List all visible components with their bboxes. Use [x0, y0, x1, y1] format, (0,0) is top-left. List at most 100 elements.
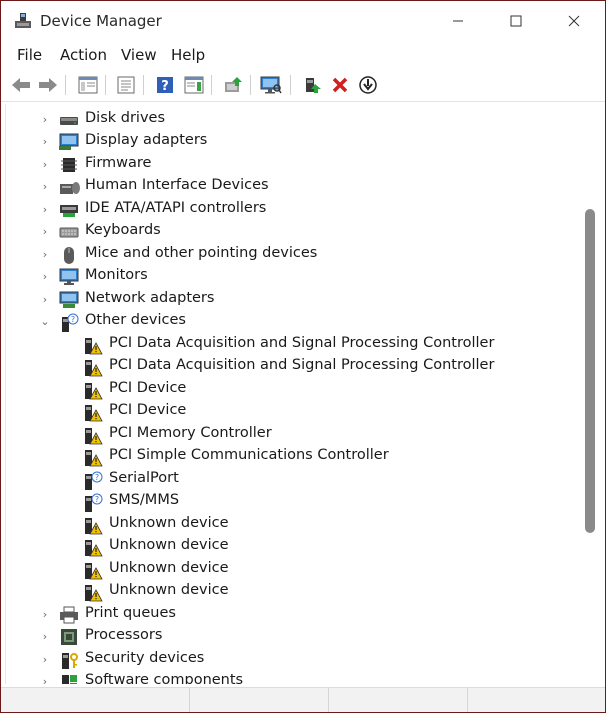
warning-device-icon — [83, 583, 103, 602]
svg-text:?: ? — [95, 495, 99, 504]
tree-device[interactable]: PCI Data Acquisition and Signal Processi… — [6, 356, 582, 378]
hid-icon — [59, 178, 80, 196]
device-manager-app-icon — [14, 12, 32, 30]
minimize-button[interactable] — [429, 1, 487, 41]
vertical-scrollbar[interactable] — [582, 104, 600, 684]
back-arrow-icon[interactable] — [10, 74, 32, 96]
tree-device[interactable]: PCI Simple Communications Controller — [6, 446, 582, 468]
chevron-right-icon[interactable]: › — [40, 248, 50, 262]
svg-text:?: ? — [71, 315, 75, 324]
forward-arrow-icon[interactable] — [37, 74, 59, 96]
tree-device[interactable]: ? SMS/MMS — [6, 491, 582, 513]
properties-icon[interactable] — [115, 74, 137, 96]
tree-category[interactable]: › Keyboards — [6, 221, 582, 243]
display-adapter-icon — [59, 133, 79, 151]
warning-device-icon — [83, 336, 103, 355]
chevron-right-icon[interactable]: › — [40, 113, 50, 127]
toolbar-separator — [250, 75, 251, 95]
tree-category-label: Mice and other pointing devices — [85, 245, 318, 261]
warning-device-icon — [83, 426, 103, 445]
help-icon[interactable]: ? — [154, 74, 176, 96]
unknown-device-icon: ? — [83, 493, 103, 512]
tree-category[interactable]: › Processors — [6, 626, 582, 648]
tree-category-label: Monitors — [85, 267, 148, 283]
chevron-right-icon[interactable]: › — [40, 158, 50, 172]
tree-device[interactable]: Unknown device — [6, 559, 582, 581]
menu-file[interactable]: File — [17, 46, 42, 64]
chevron-right-icon[interactable]: › — [40, 270, 50, 284]
tree-device-label: PCI Memory Controller — [109, 425, 272, 441]
device-tree: › Disk drives › Display adapters › Firmw… — [5, 104, 582, 684]
chevron-right-icon[interactable]: › — [40, 293, 50, 307]
chevron-right-icon[interactable]: › — [40, 630, 50, 644]
unknown-device-icon: ? — [83, 471, 103, 490]
uninstall-device-icon[interactable] — [329, 74, 351, 96]
tree-device[interactable]: PCI Data Acquisition and Signal Processi… — [6, 334, 582, 356]
svg-text:?: ? — [95, 473, 99, 482]
device-manager-window: Device Manager File Action View Help ? ›… — [0, 0, 606, 713]
add-legacy-hardware-icon[interactable] — [301, 74, 323, 96]
status-cell — [329, 688, 468, 712]
menu-action[interactable]: Action — [60, 46, 107, 64]
chevron-right-icon[interactable]: › — [40, 180, 50, 194]
tree-category[interactable]: › IDE ATA/ATAPI controllers — [6, 199, 582, 221]
tree-category[interactable]: › Display adapters — [6, 131, 582, 153]
tree-category-label: Network adapters — [85, 290, 215, 306]
warning-device-icon — [83, 516, 103, 535]
warning-device-icon — [83, 358, 103, 377]
tree-device-label: PCI Data Acquisition and Signal Processi… — [109, 335, 495, 351]
tree-category-expanded[interactable]: ⌄ ? Other devices — [6, 311, 582, 333]
mouse-icon — [59, 246, 79, 264]
chevron-right-icon[interactable]: › — [40, 675, 50, 684]
tree-category-label: Processors — [85, 627, 163, 643]
tree-category[interactable]: › Network adapters — [6, 289, 582, 311]
tree-category[interactable]: › Firmware — [6, 154, 582, 176]
tree-device[interactable]: PCI Device — [6, 401, 582, 423]
scrollbar-thumb[interactable] — [585, 209, 595, 533]
ide-controller-icon — [59, 201, 79, 219]
tree-device[interactable]: Unknown device — [6, 536, 582, 558]
tree-category[interactable]: › Disk drives — [6, 109, 582, 131]
tree-device[interactable]: PCI Memory Controller — [6, 424, 582, 446]
status-cell — [190, 688, 329, 712]
disable-device-icon[interactable] — [357, 74, 379, 96]
software-component-icon — [59, 673, 79, 684]
tree-category[interactable]: › Human Interface Devices — [6, 176, 582, 198]
tree-category[interactable]: › Software components — [6, 671, 582, 684]
tree-category-label: Software components — [85, 672, 244, 684]
chevron-right-icon[interactable]: › — [40, 608, 50, 622]
menu-help[interactable]: Help — [171, 46, 205, 64]
toolbar-separator — [290, 75, 291, 95]
processor-icon — [59, 628, 79, 646]
chevron-right-icon[interactable]: › — [40, 135, 50, 149]
update-driver-icon[interactable] — [222, 74, 244, 96]
action-pane-icon[interactable] — [183, 74, 205, 96]
printer-icon — [59, 606, 79, 624]
tree-device[interactable]: ? SerialPort — [6, 469, 582, 491]
tree-category-label: Other devices — [85, 312, 186, 328]
menu-view[interactable]: View — [121, 46, 157, 64]
warning-device-icon — [83, 448, 103, 467]
tree-device-label: PCI Device — [109, 402, 187, 418]
tree-device-label: PCI Simple Communications Controller — [109, 447, 389, 463]
chevron-right-icon[interactable]: › — [40, 225, 50, 239]
tree-device-label: Unknown device — [109, 537, 229, 553]
tree-device-label: PCI Device — [109, 380, 187, 396]
tree-category[interactable]: › Print queues — [6, 604, 582, 626]
chevron-right-icon[interactable]: › — [40, 203, 50, 217]
close-button[interactable] — [545, 1, 603, 41]
maximize-button[interactable] — [487, 1, 545, 41]
scan-hardware-icon[interactable] — [260, 74, 282, 96]
menu-bar: File Action View Help — [1, 41, 605, 71]
unknown-device-icon: ? — [59, 313, 79, 332]
tree-category[interactable]: › Monitors — [6, 266, 582, 288]
show-hide-console-tree-icon[interactable] — [77, 74, 99, 96]
tree-device[interactable]: Unknown device — [6, 581, 582, 603]
chevron-down-icon[interactable]: ⌄ — [40, 315, 50, 329]
tree-category[interactable]: › Security devices — [6, 649, 582, 671]
tree-device[interactable]: PCI Device — [6, 379, 582, 401]
disk-drive-icon — [59, 111, 79, 129]
tree-category[interactable]: › Mice and other pointing devices — [6, 244, 582, 266]
tree-device[interactable]: Unknown device — [6, 514, 582, 536]
chevron-right-icon[interactable]: › — [40, 653, 50, 667]
